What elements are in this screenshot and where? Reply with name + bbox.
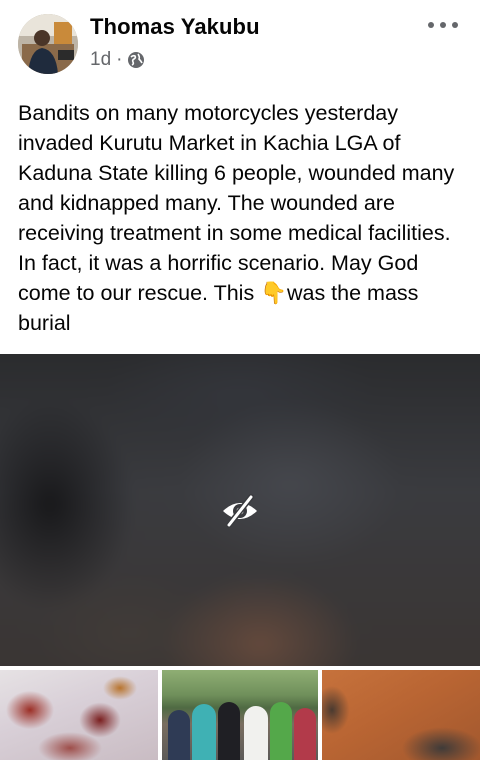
eye-slash-icon[interactable] xyxy=(220,491,260,531)
meta-separator: · xyxy=(116,49,123,70)
more-options-button[interactable] xyxy=(428,14,458,36)
avatar[interactable] xyxy=(18,14,78,74)
author-name[interactable]: Thomas Yakubu xyxy=(90,14,260,40)
more-horizontal-icon xyxy=(428,22,434,28)
post-meta: 1d · xyxy=(90,49,145,71)
thumbnail-3[interactable] xyxy=(322,670,480,760)
sensitive-media[interactable] xyxy=(0,354,480,666)
thumbnail-1[interactable] xyxy=(0,670,158,760)
thumbnail-2[interactable] xyxy=(162,670,318,760)
avatar-image xyxy=(18,14,78,74)
post-text: Bandits on many motorcycles yesterday in… xyxy=(18,98,466,338)
post-header: Thomas Yakubu 1d · xyxy=(0,0,480,88)
post-time[interactable]: 1d xyxy=(90,49,111,71)
post-text-main: Bandits on many motorcycles yesterday in… xyxy=(18,101,455,305)
media-thumbnails xyxy=(0,670,480,760)
point-down-emoji: 👇 xyxy=(260,281,287,305)
globe-icon[interactable] xyxy=(127,51,145,69)
